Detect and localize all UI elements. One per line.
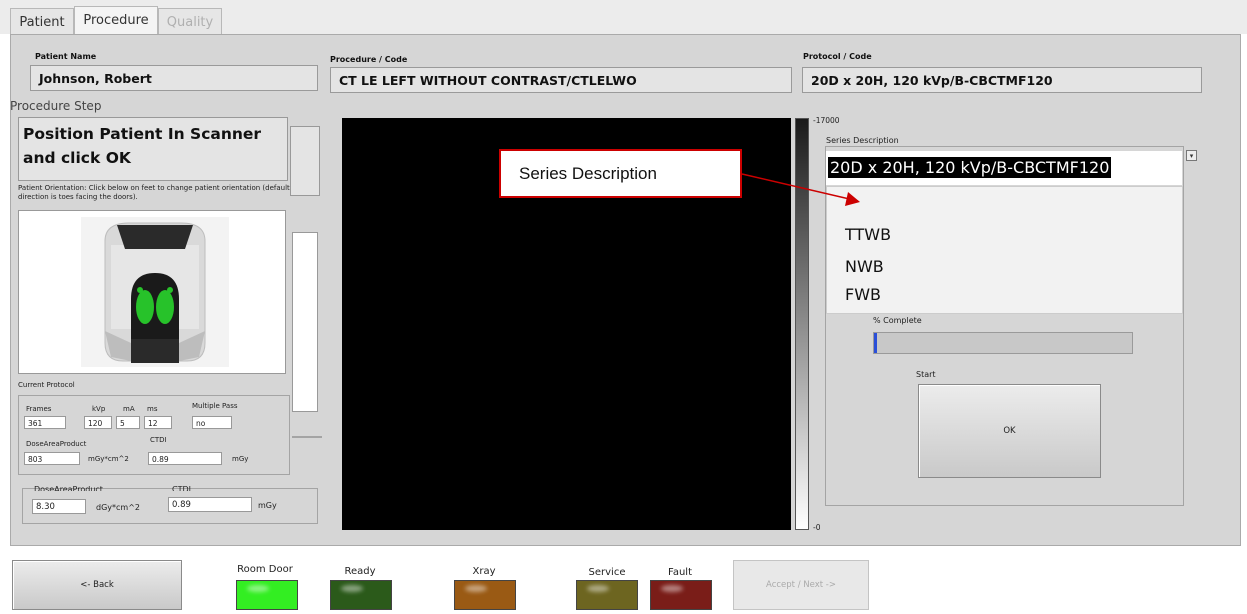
dose-lower-dap-value: 8.30 — [32, 499, 86, 514]
hidden-panel-edge — [290, 126, 320, 196]
patient-name-label: Patient Name — [35, 52, 97, 61]
dap-value: 803 — [24, 452, 80, 465]
fault-label: Fault — [668, 567, 692, 578]
series-description-field[interactable]: 20D x 20H, 120 kVp/B-CBCTMF120 — [826, 151, 1182, 185]
ok-button[interactable]: OK — [918, 384, 1101, 478]
dropdown-option[interactable]: NWB — [845, 257, 884, 276]
room-door-indicator — [236, 580, 298, 610]
frames-label: Frames — [26, 405, 52, 413]
dose-lower-ctdi-label: CTDI — [172, 485, 191, 491]
ma-label: mA — [123, 405, 135, 413]
scale-top-label: -17000 — [813, 116, 840, 125]
procedure-code-label: Procedure / Code — [330, 55, 408, 64]
multiple-pass-label: Multiple Pass — [192, 402, 238, 410]
procedure-step-instruction: Position Patient In Scanner and click OK — [18, 117, 288, 181]
ms-value: 12 — [144, 416, 172, 429]
tab-quality[interactable]: Quality — [158, 8, 222, 34]
ctdi-label: CTDI — [150, 436, 167, 444]
dap-unit: mGy*cm^2 — [88, 455, 129, 463]
scale-bottom-label: -0 — [813, 523, 821, 532]
multiple-pass-value: no — [192, 416, 232, 429]
dropdown-option[interactable]: FWB — [845, 285, 881, 304]
progress-fill — [874, 333, 877, 353]
dose-lower-dap-unit: dGy*cm^2 — [96, 503, 140, 512]
xray-label: Xray — [472, 566, 496, 577]
progress-bar — [873, 332, 1133, 354]
dropdown-option[interactable]: TTWB — [845, 225, 891, 244]
percent-complete-label: % Complete — [873, 316, 922, 325]
dose-lower-ctdi-unit: mGy — [258, 501, 277, 510]
patient-name-field: Johnson, Robert — [30, 65, 318, 91]
kvp-value: 120 — [84, 416, 112, 429]
series-description-value: 20D x 20H, 120 kVp/B-CBCTMF120 — [828, 157, 1112, 178]
ready-indicator — [330, 580, 392, 610]
current-protocol-label: Current Protocol — [18, 381, 75, 389]
dap-label: DoseAreaProduct — [26, 440, 87, 448]
ma-value: 5 — [116, 416, 140, 429]
scanner-feet-icon[interactable] — [19, 211, 287, 375]
start-label: Start — [916, 370, 936, 379]
ctdi-unit: mGy — [232, 455, 249, 463]
kvp-label: kVp — [92, 405, 106, 413]
dose-lower-ctdi-value: 0.89 — [168, 497, 252, 512]
fault-indicator — [650, 580, 712, 610]
procedure-code-field: CT LE LEFT WITHOUT CONTRAST/CTLELWO — [330, 67, 792, 93]
protocol-code-field: 20D x 20H, 120 kVp/B-CBCTMF120 — [802, 67, 1202, 93]
callout-arrow-icon — [741, 173, 860, 206]
protocol-code-label: Protocol / Code — [803, 52, 872, 61]
back-button[interactable]: <- Back — [12, 560, 182, 610]
series-dropdown-list: TTWB NWB FWB — [826, 186, 1183, 314]
tab-procedure[interactable]: Procedure — [74, 6, 158, 35]
frames-value: 361 — [24, 416, 66, 429]
patient-orientation-image[interactable] — [18, 210, 286, 374]
orientation-note: Patient Orientation: Click below on feet… — [18, 184, 290, 201]
ready-label: Ready — [344, 566, 376, 577]
accept-next-button[interactable]: Accept / Next -> — [733, 560, 869, 610]
ctdi-value: 0.89 — [148, 452, 222, 465]
divider — [292, 436, 322, 438]
chevron-down-icon[interactable]: ▾ — [1186, 150, 1197, 161]
xray-indicator — [454, 580, 516, 610]
dose-lower-dap-label: DoseAreaProduct — [34, 485, 103, 491]
tab-patient[interactable]: Patient — [10, 8, 74, 34]
room-door-label: Room Door — [237, 564, 293, 575]
service-label: Service — [588, 567, 626, 578]
series-description-callout: Series Description — [499, 149, 742, 198]
ms-label: ms — [147, 405, 158, 413]
series-description-label: Series Description — [826, 136, 899, 145]
service-indicator — [576, 580, 638, 610]
procedure-step-label: Procedure Step — [10, 99, 102, 113]
hidden-list-edge — [292, 232, 318, 412]
